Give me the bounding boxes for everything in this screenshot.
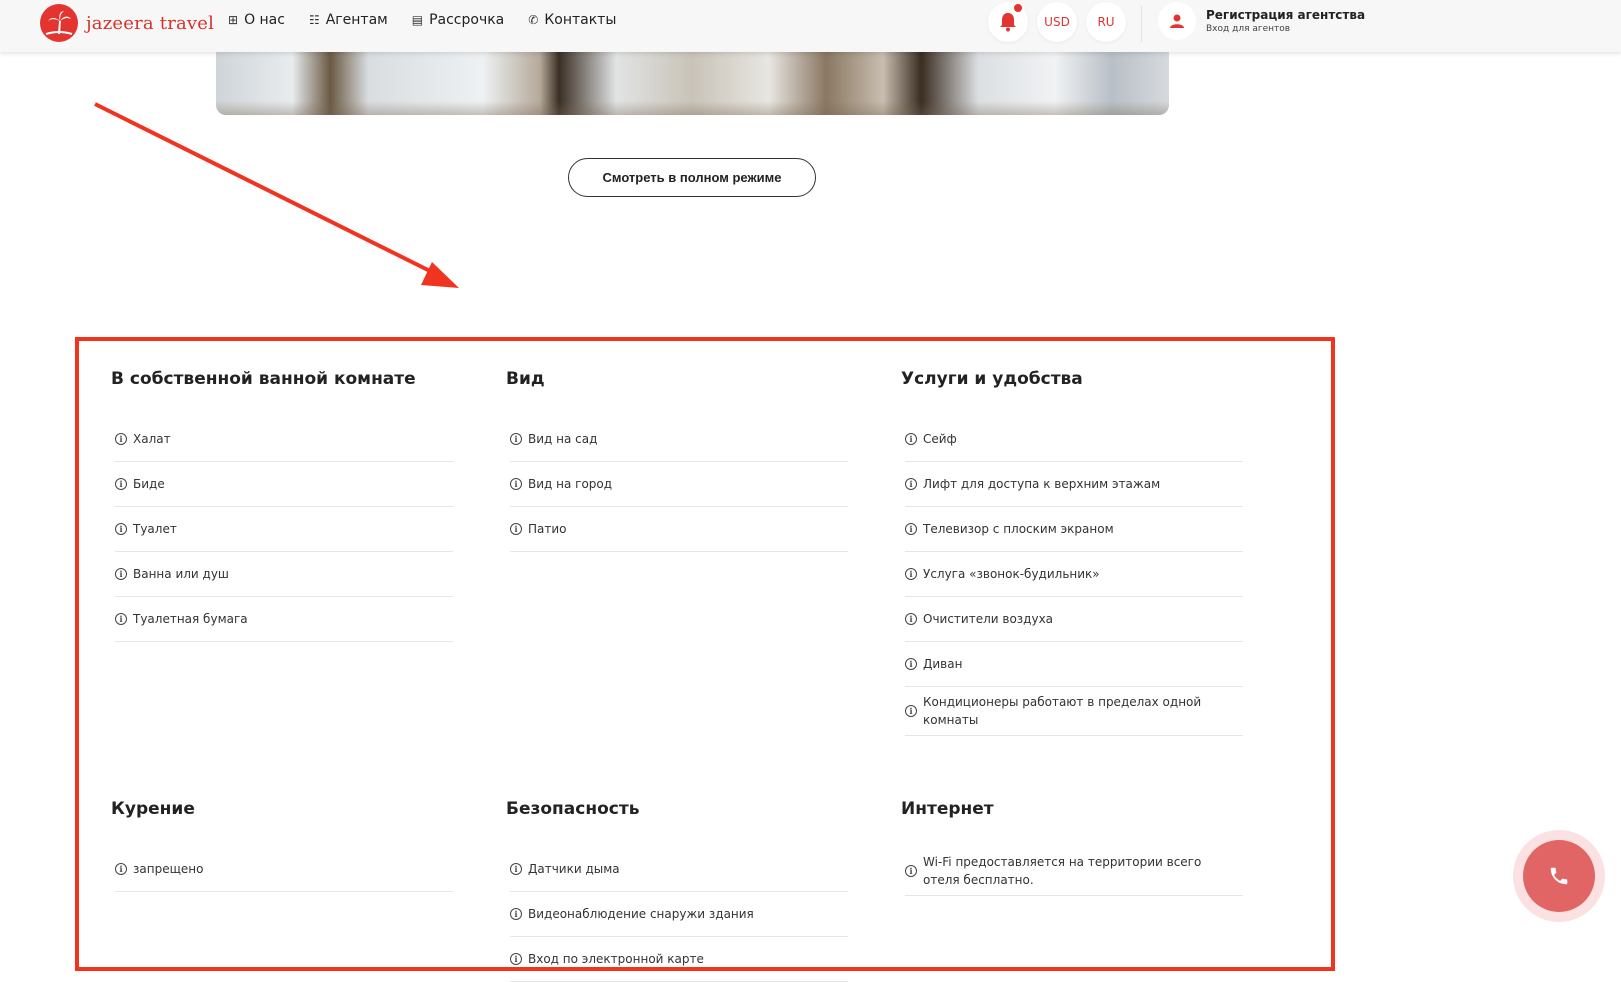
- amenity-group-bathroom: В собственной ванной комнате i Халат i Бид…: [111, 369, 456, 642]
- nav-about-label: О нас: [244, 12, 285, 28]
- info-icon[interactable]: i: [510, 433, 522, 445]
- amenity-group-internet: Интернет i Wi-Fi предоставляется на терри…: [901, 799, 1246, 896]
- info-icon[interactable]: i: [905, 613, 917, 625]
- info-icon[interactable]: i: [905, 433, 917, 445]
- notifications-button[interactable]: [988, 2, 1028, 42]
- amenity-item: i Патио: [510, 507, 848, 552]
- logo-text: jazeera travel: [86, 12, 215, 34]
- agents-icon: ☷: [308, 13, 320, 27]
- amenity-item: i Датчики дыма: [510, 847, 848, 892]
- amenity-group-smoking: Курение i запрещено: [111, 799, 456, 892]
- amenity-item: i Ванна или душ: [115, 552, 453, 597]
- header-divider: [1141, 6, 1142, 42]
- amenity-item: i Сейф: [905, 417, 1243, 462]
- phone-icon: ✆: [528, 13, 539, 27]
- info-icon[interactable]: i: [510, 523, 522, 535]
- photo-shade: [216, 101, 1169, 115]
- amenity-item: i Кондиционеры работают в пределах одной …: [905, 687, 1243, 736]
- amenity-list: i Датчики дыма i Видеонаблюдение снаружи з…: [510, 847, 848, 982]
- notification-badge: [1014, 4, 1022, 12]
- group-title: Услуги и удобства: [901, 369, 1083, 389]
- grid-icon: ⊞: [228, 13, 239, 27]
- bell-icon: [1000, 13, 1016, 32]
- top-header: jazeera travel ⊞ О нас ☷ Агентам ▤ Расср…: [0, 0, 1621, 52]
- amenity-group-view: Вид i Вид на сад i Вид на город i Патио: [506, 369, 851, 552]
- group-title: Интернет: [901, 799, 994, 819]
- phone-call-icon: [1550, 867, 1568, 885]
- nav-agents[interactable]: ☷ Агентам: [309, 12, 388, 28]
- info-icon[interactable]: i: [905, 523, 917, 535]
- amenity-list: i Вид на сад i Вид на город i Патио: [510, 417, 848, 552]
- user-icon: [1158, 2, 1196, 40]
- currency-button[interactable]: USD: [1037, 2, 1077, 42]
- info-icon[interactable]: i: [115, 478, 127, 490]
- amenity-group-security: Безопасность i Датчики дыма i Видеонаблюде…: [506, 799, 851, 982]
- amenity-list: i запрещено: [115, 847, 453, 892]
- calculator-icon: ▤: [411, 13, 424, 27]
- agent-registration-label: Регистрация агентства: [1206, 8, 1366, 22]
- info-icon[interactable]: i: [510, 908, 522, 920]
- amenity-item: i Диван: [905, 642, 1243, 687]
- amenity-item: i Вход по электронной карте: [510, 937, 848, 982]
- amenity-group-services: Услуги и удобства i Сейф i Лифт для доступ…: [901, 369, 1246, 736]
- amenity-item: i Халат: [115, 417, 453, 462]
- info-icon[interactable]: i: [115, 863, 127, 875]
- language-button[interactable]: RU: [1086, 2, 1126, 42]
- call-button-inner: [1523, 840, 1595, 912]
- amenity-item: i запрещено: [115, 847, 453, 892]
- amenity-item: i Туалет: [115, 507, 453, 552]
- palm-logo-icon: [40, 4, 78, 42]
- info-icon[interactable]: i: [510, 953, 522, 965]
- info-icon[interactable]: i: [905, 658, 917, 670]
- amenity-item: i Услуга «звонок-будильник»: [905, 552, 1243, 597]
- amenity-item: i Лифт для доступа к верхним этажам: [905, 462, 1243, 507]
- logo[interactable]: jazeera travel: [40, 4, 214, 42]
- group-title: Вид: [506, 369, 545, 389]
- amenity-item: i Биде: [115, 462, 453, 507]
- agent-login-label: Вход для агентов: [1206, 24, 1291, 34]
- nav-contacts[interactable]: ✆ Контакты: [528, 12, 616, 28]
- info-icon[interactable]: i: [510, 478, 522, 490]
- nav-about[interactable]: ⊞ О нас: [228, 12, 285, 28]
- main-nav: ⊞ О нас ☷ Агентам ▤ Рассрочка ✆ Контакты: [228, 12, 616, 28]
- info-icon[interactable]: i: [115, 613, 127, 625]
- amenity-item: i Видеонаблюдение снаружи здания: [510, 892, 848, 937]
- nav-agents-label: Агентам: [325, 12, 388, 28]
- annotation-arrow-line: [94, 102, 441, 278]
- info-icon[interactable]: i: [905, 478, 917, 490]
- amenity-item: i Wi-Fi предоставляется на территории все…: [905, 847, 1243, 896]
- group-title: Безопасность: [506, 799, 640, 819]
- group-title: В собственной ванной комнате: [111, 369, 416, 389]
- amenity-list: i Сейф i Лифт для доступа к верхним этажам…: [905, 417, 1243, 736]
- annotation-arrow-head: [421, 262, 459, 288]
- group-title: Курение: [111, 799, 195, 819]
- amenity-list: i Халат i Биде i Туалет i Ванна или душ i Туа…: [115, 417, 453, 642]
- amenity-list: i Wi-Fi предоставляется на территории все…: [905, 847, 1243, 896]
- info-icon[interactable]: i: [115, 433, 127, 445]
- fullscreen-button[interactable]: Смотреть в полном режиме: [568, 158, 816, 197]
- nav-contacts-label: Контакты: [544, 12, 617, 28]
- info-icon[interactable]: i: [115, 568, 127, 580]
- amenity-item: i Очистители воздуха: [905, 597, 1243, 642]
- call-button[interactable]: [1513, 830, 1605, 922]
- agent-login[interactable]: Регистрация агентства Вход для агентов: [1158, 2, 1365, 40]
- info-icon[interactable]: i: [115, 523, 127, 535]
- info-icon[interactable]: i: [905, 568, 917, 580]
- hotel-photo[interactable]: [216, 52, 1169, 115]
- info-icon[interactable]: i: [905, 705, 917, 717]
- info-icon[interactable]: i: [510, 863, 522, 875]
- amenity-item: i Вид на город: [510, 462, 848, 507]
- nav-installment[interactable]: ▤ Рассрочка: [412, 12, 505, 28]
- amenity-item: i Вид на сад: [510, 417, 848, 462]
- amenity-item: i Телевизор с плоским экраном: [905, 507, 1243, 552]
- amenity-item: i Туалетная бумага: [115, 597, 453, 642]
- nav-installment-label: Рассрочка: [429, 12, 505, 28]
- info-icon[interactable]: i: [905, 865, 917, 877]
